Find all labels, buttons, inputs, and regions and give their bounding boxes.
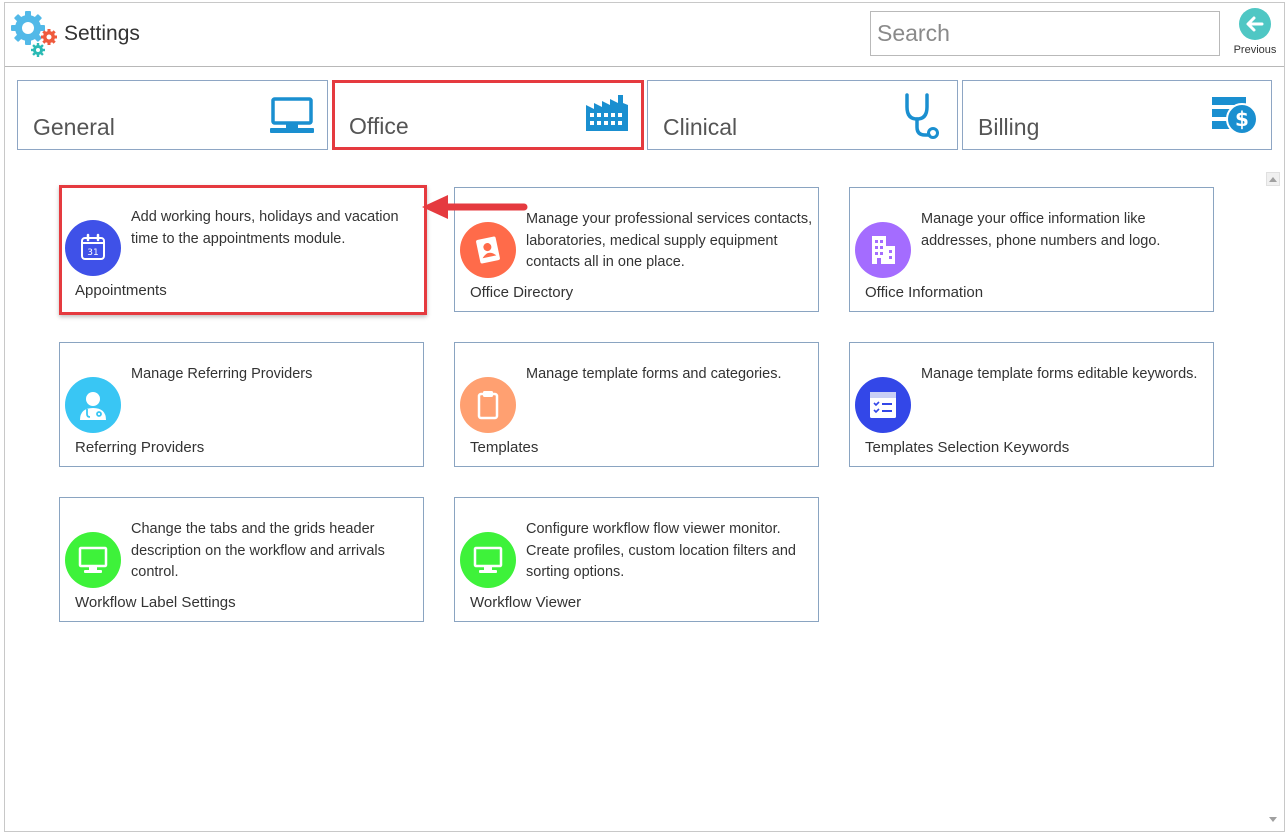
doctor-icon <box>65 377 121 433</box>
header-divider <box>5 66 1284 67</box>
card-title: Office Information <box>865 284 984 301</box>
calendar-day: 31 <box>87 248 98 258</box>
svg-text:$: $ <box>1235 107 1249 131</box>
card-title: Workflow Label Settings <box>75 594 236 611</box>
card-title: Appointments <box>75 282 167 299</box>
back-arrow-icon <box>1239 8 1271 40</box>
card-appointments[interactable]: 31 Add working hours, holidays and vacat… <box>59 185 427 315</box>
previous-button[interactable]: Previous <box>1228 6 1282 62</box>
monitor-icon <box>65 532 121 588</box>
search-input[interactable] <box>870 11 1220 56</box>
card-title: Workflow Viewer <box>470 594 582 611</box>
scroll-up-button[interactable] <box>1266 172 1280 186</box>
monitor-icon <box>270 97 314 140</box>
card-description: Change the tabs and the grids header des… <box>131 521 385 580</box>
card-templates-selection-keywords[interactable]: Manage template forms editable keywords.… <box>849 342 1214 467</box>
monitor-icon <box>460 532 516 588</box>
card-description: Manage template forms and categories. <box>526 366 782 382</box>
tab-billing-label: Billing <box>978 114 1040 140</box>
contact-book-icon <box>460 222 516 278</box>
card-workflow-label-settings[interactable]: Change the tabs and the grids header des… <box>59 497 424 622</box>
card-referring-providers[interactable]: Manage Referring Providers Referring Pro… <box>59 342 424 467</box>
checklist-form-icon <box>855 377 911 433</box>
previous-label: Previous <box>1233 44 1277 56</box>
annotation-arrow <box>422 195 528 219</box>
card-title: Templates <box>470 439 539 456</box>
building-icon <box>855 222 911 278</box>
factory-icon <box>585 95 629 136</box>
stethoscope-icon <box>903 93 939 144</box>
scroll-down-button[interactable] <box>1266 813 1280 827</box>
card-description: Add working hours, holidays and vacation… <box>131 209 399 247</box>
card-title: Referring Providers <box>75 439 205 456</box>
calendar-icon: 31 <box>65 220 121 276</box>
tab-billing[interactable]: Billing $ <box>962 80 1272 150</box>
chevron-up-icon <box>1269 177 1277 182</box>
tab-office-label: Office <box>349 113 409 139</box>
card-templates[interactable]: Manage template forms and categories. Te… <box>454 342 819 467</box>
gears-icon <box>8 8 62 60</box>
card-description: Manage Referring Providers <box>131 366 313 382</box>
clipboard-icon <box>460 377 516 433</box>
chevron-down-icon <box>1269 817 1277 822</box>
page-title: Settings <box>64 22 140 45</box>
tab-office[interactable]: Office <box>332 80 644 150</box>
card-description: Manage your professional services contac… <box>526 211 813 270</box>
card-description: Manage your office information like addr… <box>921 211 1161 249</box>
card-description: Manage template forms editable keywords. <box>921 366 1198 382</box>
billing-icon: $ <box>1212 95 1258 140</box>
tab-general[interactable]: General <box>17 80 328 150</box>
card-title: Office Directory <box>470 284 574 301</box>
card-workflow-viewer[interactable]: Configure workflow flow viewer monitor. … <box>454 497 819 622</box>
card-description: Configure workflow flow viewer monitor. … <box>526 521 796 580</box>
card-office-information[interactable]: Manage your office information like addr… <box>849 187 1214 312</box>
tab-clinical-label: Clinical <box>663 114 738 140</box>
tab-general-label: General <box>33 114 115 140</box>
card-title: Templates Selection Keywords <box>865 439 1070 456</box>
tab-clinical[interactable]: Clinical <box>647 80 958 150</box>
